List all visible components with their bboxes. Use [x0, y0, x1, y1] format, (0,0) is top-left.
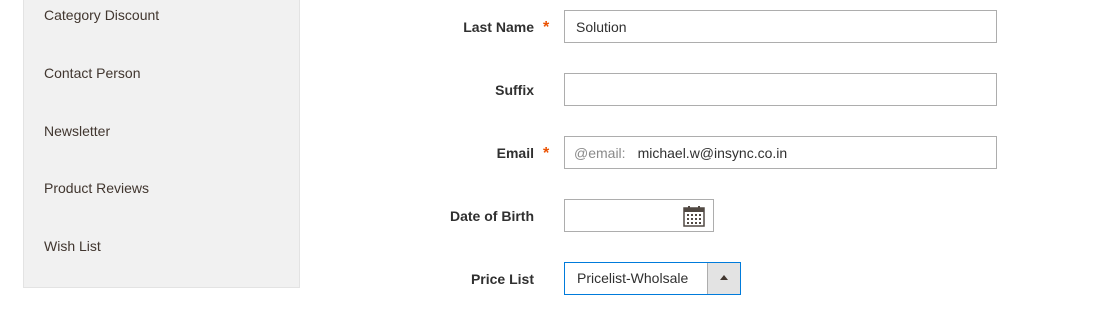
price-list-select[interactable]: Pricelist-Wholsale [564, 262, 741, 295]
chevron-up-icon [720, 275, 728, 280]
last-name-input[interactable] [564, 10, 997, 43]
last-name-label: Last Name [463, 19, 534, 35]
suffix-label: Suffix [495, 82, 534, 98]
email-label: Email [496, 145, 534, 161]
required-asterisk: * [543, 145, 550, 162]
dob-field [564, 199, 714, 232]
suffix-input[interactable] [564, 73, 997, 106]
sidebar-nav: Category Discount Contact Person Newslet… [23, 0, 300, 288]
calendar-icon[interactable] [683, 205, 705, 227]
sidebar-item-wish-list[interactable]: Wish List [44, 238, 101, 254]
price-list-selected-value: Pricelist-Wholsale [577, 270, 689, 286]
sidebar-item-product-reviews[interactable]: Product Reviews [44, 180, 149, 196]
email-prefix: @email: [574, 144, 626, 161]
dob-input[interactable] [565, 200, 695, 231]
sidebar-item-category-discount[interactable]: Category Discount [44, 7, 159, 23]
required-asterisk: * [543, 19, 550, 36]
email-field: @email: [564, 136, 997, 169]
sidebar-item-contact-person[interactable]: Contact Person [44, 65, 141, 81]
dob-label: Date of Birth [450, 208, 534, 224]
price-list-label: Price List [470, 271, 534, 287]
sidebar-item-newsletter[interactable]: Newsletter [44, 123, 110, 139]
email-input[interactable] [637, 137, 996, 168]
select-toggle[interactable] [707, 263, 740, 294]
